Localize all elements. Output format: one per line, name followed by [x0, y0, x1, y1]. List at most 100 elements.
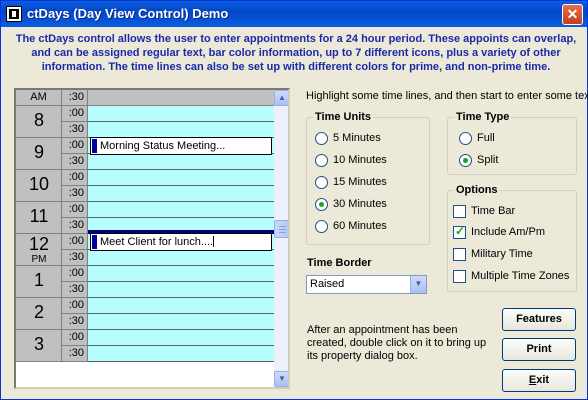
radio-button[interactable]: [459, 132, 472, 145]
time-units-legend: Time Units: [315, 111, 372, 123]
time-slot[interactable]: [88, 314, 274, 330]
hour-cell: 2: [16, 298, 62, 330]
time-slot[interactable]: [88, 250, 274, 266]
exit-label: xit: [536, 374, 550, 386]
appointment-color-bar: [92, 235, 97, 249]
minute-label: :00: [62, 234, 88, 250]
time-border-value: Raised: [310, 278, 345, 290]
options-legend: Options: [456, 184, 498, 196]
minute-label: :00: [62, 170, 88, 186]
time-slot[interactable]: [88, 122, 274, 138]
checkbox[interactable]: [453, 248, 466, 261]
hour-cell: 12 PM: [16, 234, 62, 266]
minute-label: :30: [62, 154, 88, 170]
title-bar: ctDays (Day View Control) Demo ✕: [1, 1, 587, 27]
time-slot[interactable]: [88, 202, 274, 218]
option-label: 15 Minutes: [333, 176, 387, 188]
minute-label: :30: [62, 122, 88, 138]
intro-text: The ctDays control allows the user to en…: [15, 33, 577, 73]
option-label: Multiple Time Zones: [471, 270, 570, 282]
time-slot[interactable]: [88, 154, 274, 170]
minute-label: :30: [62, 314, 88, 330]
day-view-header: AM :30: [16, 90, 274, 106]
appointment-text[interactable]: Meet Client for lunch....: [100, 236, 215, 248]
hour-label: 3: [33, 334, 44, 354]
hour-label: 9: [33, 142, 44, 162]
hour-label: 12: [28, 234, 50, 254]
minute-label: :00: [62, 330, 88, 346]
radio-button[interactable]: [315, 220, 328, 233]
checkbox[interactable]: [453, 270, 466, 283]
time-slot[interactable]: [88, 186, 274, 202]
header-ampm: AM: [16, 90, 62, 106]
grip-line: [279, 232, 286, 233]
minute-label: :00: [62, 298, 88, 314]
scroll-thumb[interactable]: [274, 220, 288, 238]
radio-button[interactable]: [315, 132, 328, 145]
time-border-select[interactable]: Raised ▼: [306, 275, 427, 294]
hour-label: 2: [33, 302, 44, 322]
radio-button[interactable]: [459, 154, 472, 167]
option-label: 30 Minutes: [333, 198, 387, 210]
header-slot: [88, 90, 274, 106]
time-slot[interactable]: [88, 298, 274, 314]
minute-label: :00: [62, 202, 88, 218]
time-slot[interactable]: [88, 346, 274, 362]
appointment[interactable]: Meet Client for lunch....: [90, 233, 272, 251]
hour-label: 8: [33, 110, 44, 130]
hour-label: 10: [28, 174, 50, 194]
appointment-label: Morning Status Meeting...: [100, 140, 226, 152]
time-slot[interactable]: [88, 106, 274, 122]
radio-button[interactable]: [315, 198, 328, 211]
demo-window: ctDays (Day View Control) Demo ✕ The ctD…: [0, 0, 588, 400]
hour-cell: 8: [16, 106, 62, 138]
time-slot[interactable]: [88, 330, 274, 346]
option-label: 10 Minutes: [333, 154, 387, 166]
grip-line: [279, 229, 286, 230]
grip-line: [279, 226, 286, 227]
minute-label: :00: [62, 138, 88, 154]
option-label: Include Am/Pm: [471, 226, 545, 238]
option-label: Military Time: [471, 248, 533, 260]
instruction-note: After an appointment has been created, d…: [307, 324, 487, 362]
option-label: Time Bar: [471, 205, 516, 217]
print-button[interactable]: Print: [502, 338, 576, 361]
hour-label: 11: [29, 206, 49, 226]
scroll-down-button[interactable]: ▼: [274, 371, 288, 387]
minute-label: :30: [62, 282, 88, 298]
radio-button[interactable]: [315, 154, 328, 167]
option-label: Split: [477, 154, 499, 166]
hour-label: 1: [33, 270, 44, 290]
close-button[interactable]: ✕: [562, 4, 583, 25]
hint-text: Highlight some time lines, and then star…: [306, 90, 588, 102]
day-view-scrollbar[interactable]: ▲ ▼: [274, 90, 288, 387]
time-slot[interactable]: [88, 266, 274, 282]
option-label: Full: [477, 132, 495, 144]
day-view-control[interactable]: AM :30 8:00:30 9:00:30 10:00:30 11:00:30 12 P…: [14, 88, 290, 389]
text-caret: [213, 236, 215, 247]
hour-cell: 11: [16, 202, 62, 234]
appointment-text[interactable]: Morning Status Meeting...: [100, 140, 225, 152]
time-slot[interactable]: [88, 170, 274, 186]
exit-button[interactable]: Exit: [502, 369, 576, 392]
hour-cell: 10: [16, 170, 62, 202]
scroll-up-button[interactable]: ▲: [274, 90, 288, 106]
minute-label: :30: [62, 218, 88, 234]
appointment-label: Meet Client for lunch....: [100, 236, 214, 248]
hour-cell: 3: [16, 330, 62, 362]
minute-label: :00: [62, 106, 88, 122]
app-icon: [6, 6, 22, 22]
hour-cell: 1: [16, 266, 62, 298]
radio-button[interactable]: [315, 176, 328, 189]
appointment[interactable]: Morning Status Meeting...: [90, 137, 272, 155]
features-button[interactable]: Features: [502, 308, 576, 331]
hour-cell: 9: [16, 138, 62, 170]
header-minute: :30: [62, 90, 88, 106]
time-border-label: Time Border: [307, 257, 372, 269]
option-label: 60 Minutes: [333, 220, 387, 232]
checkbox[interactable]: [453, 225, 466, 239]
minute-label: :30: [62, 346, 88, 362]
checkbox[interactable]: [453, 205, 466, 218]
time-slot[interactable]: [88, 282, 274, 298]
chevron-down-icon[interactable]: ▼: [410, 276, 426, 293]
